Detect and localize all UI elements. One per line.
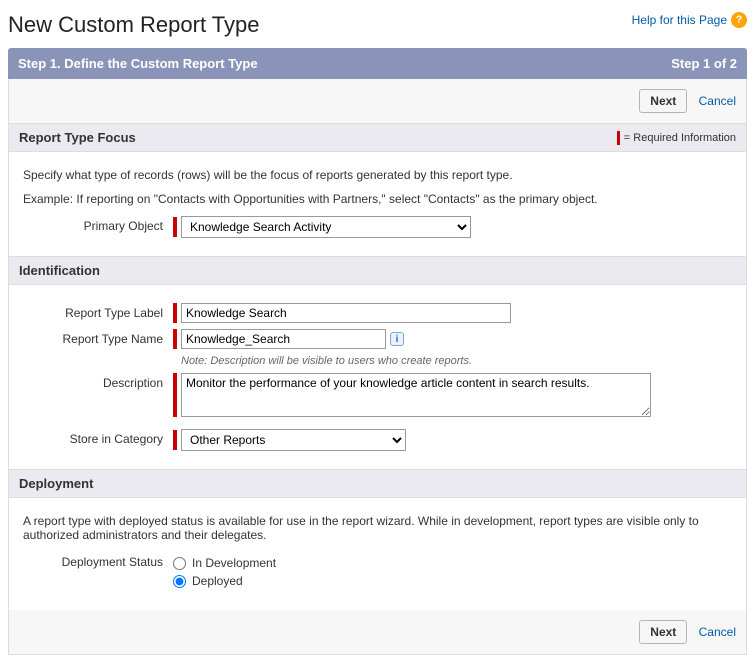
radio-in-development[interactable] <box>173 557 186 570</box>
help-link[interactable]: Help for this Page ? <box>632 12 747 28</box>
required-bar-icon <box>617 131 620 145</box>
primary-object-select[interactable]: Knowledge Search Activity <box>181 216 471 238</box>
radio-label-deployed: Deployed <box>192 574 243 588</box>
next-button[interactable]: Next <box>639 620 687 644</box>
section-heading-focus: Report Type Focus <box>19 130 136 145</box>
report-type-label-input[interactable] <box>181 303 511 323</box>
section-header-identification: Identification <box>9 256 746 285</box>
primary-object-label: Primary Object <box>23 216 173 233</box>
section-heading-deployment: Deployment <box>19 476 93 491</box>
help-link-text: Help for this Page <box>632 13 727 27</box>
required-marker <box>173 217 177 237</box>
help-icon: ? <box>731 12 747 28</box>
focus-instruction-1: Specify what type of records (rows) will… <box>23 168 732 182</box>
required-legend: = Required Information <box>617 131 736 145</box>
cancel-link[interactable]: Cancel <box>699 94 736 108</box>
deployment-instruction: A report type with deployed status is av… <box>23 514 732 542</box>
button-row-bottom: Next Cancel <box>9 610 746 654</box>
required-marker <box>173 430 177 450</box>
step-bar: Step 1. Define the Custom Report Type St… <box>8 48 747 79</box>
report-type-label-label: Report Type Label <box>23 303 173 320</box>
required-marker <box>173 329 177 349</box>
info-icon[interactable]: i <box>390 332 404 346</box>
category-select[interactable]: Other Reports <box>181 429 406 451</box>
focus-instruction-2: Example: If reporting on "Contacts with … <box>23 192 732 206</box>
section-header-deployment: Deployment <box>9 469 746 498</box>
radio-deployed[interactable] <box>173 575 186 588</box>
description-label: Description <box>23 373 173 390</box>
cancel-link[interactable]: Cancel <box>699 625 736 639</box>
page-title: New Custom Report Type <box>8 12 259 38</box>
deployment-status-label: Deployment Status <box>23 552 173 569</box>
description-note: Note: Description will be visible to use… <box>181 355 732 367</box>
section-heading-identification: Identification <box>19 263 100 278</box>
required-marker <box>173 303 177 323</box>
section-header-focus: Report Type Focus = Required Information <box>9 123 746 152</box>
required-text: = Required Information <box>624 132 736 144</box>
required-marker <box>173 373 177 417</box>
report-type-name-label: Report Type Name <box>23 329 173 346</box>
radio-label-in-development: In Development <box>192 556 276 570</box>
step-title: Step 1. Define the Custom Report Type <box>18 56 258 71</box>
category-label: Store in Category <box>23 429 173 446</box>
description-textarea[interactable] <box>181 373 651 417</box>
button-row-top: Next Cancel <box>9 79 746 123</box>
report-type-name-input[interactable] <box>181 329 386 349</box>
step-count: Step 1 of 2 <box>671 56 737 71</box>
next-button[interactable]: Next <box>639 89 687 113</box>
